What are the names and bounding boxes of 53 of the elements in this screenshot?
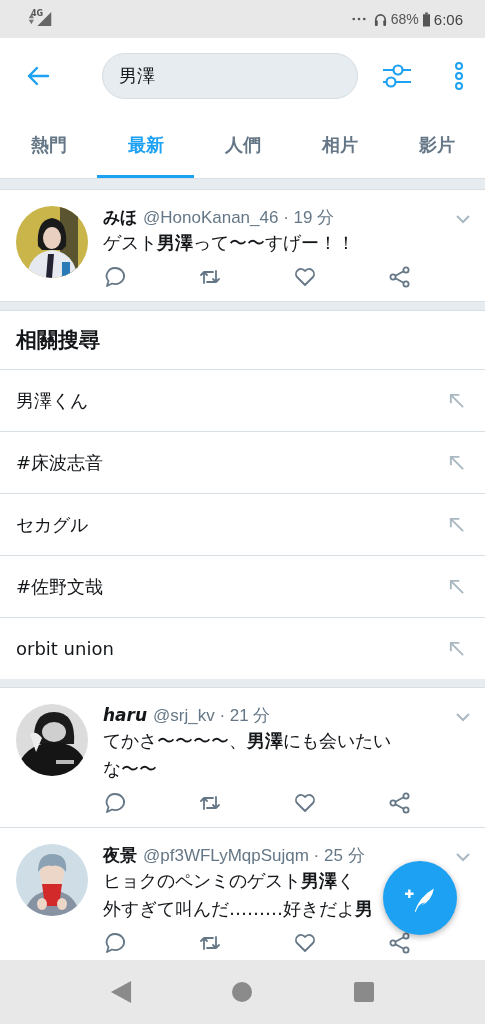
chevron-down-icon[interactable] [455, 852, 471, 862]
tweet-text: ヒョクのペンミのゲスト男澤く [103, 869, 355, 893]
battery-percent: 68% [390, 11, 419, 27]
back-icon[interactable] [109, 981, 132, 1003]
arrow-up-left-icon[interactable] [448, 516, 465, 533]
chevron-down-icon[interactable] [455, 712, 471, 722]
network-label: 4G [31, 8, 44, 18]
reply-icon[interactable] [103, 265, 127, 289]
chevron-down-icon[interactable] [455, 214, 471, 224]
arrow-up-left-icon[interactable] [448, 640, 465, 657]
headphones-icon [373, 11, 387, 27]
section-title: 相關搜尋 [0, 311, 485, 370]
compose-button[interactable] [383, 861, 457, 935]
share-icon[interactable] [388, 791, 412, 815]
reply-icon[interactable] [103, 931, 127, 955]
more-options-icon[interactable] [454, 62, 464, 90]
tweet-text: ゲスト男澤って〜〜すげー！！ [103, 231, 355, 255]
suggestion-item[interactable]: セカグル [0, 494, 485, 556]
tweet-text: 外すぎて叫んだ………好きだよ男 [103, 897, 373, 921]
tab[interactable]: 熱門 [0, 114, 97, 178]
back-arrow-icon[interactable] [26, 66, 50, 86]
tab[interactable]: 人們 [194, 114, 291, 178]
tweet-text: な〜〜 [103, 757, 157, 781]
clock: 6:06 [433, 10, 463, 28]
arrow-up-left-icon[interactable] [448, 578, 465, 595]
user-name: みほ [103, 206, 137, 229]
tweet-text: てかさ〜〜〜〜、男澤にも会いたい [103, 729, 391, 753]
signal-icon [27, 10, 53, 28]
suggestion-item[interactable]: #佐野文哉 [0, 556, 485, 618]
user-handle: @HonoKanan_46 · 19 分 [143, 207, 335, 229]
user-name: 夜景 [103, 844, 137, 867]
battery-icon [422, 11, 430, 27]
arrow-up-left-icon[interactable] [448, 454, 465, 471]
tab[interactable]: 影片 [388, 114, 485, 178]
share-icon[interactable] [388, 265, 412, 289]
heart-icon[interactable] [293, 265, 317, 289]
search-field[interactable]: 男澤 [102, 53, 358, 99]
recents-icon[interactable] [353, 981, 376, 1003]
user-handle: @srj_kv · 21 分 [153, 705, 271, 727]
home-icon[interactable] [231, 981, 254, 1003]
tab[interactable]: 相片 [291, 114, 388, 178]
user-handle: @pf3WFLyMqpSujqm · 25 分 [143, 845, 365, 867]
heart-icon[interactable] [293, 791, 317, 815]
user-name: haru [103, 705, 148, 725]
arrow-up-left-icon[interactable] [448, 392, 465, 409]
more-icon [351, 17, 366, 21]
suggestion-item[interactable]: 男澤くん [0, 370, 485, 432]
reply-icon[interactable] [103, 791, 127, 815]
heart-icon[interactable] [293, 931, 317, 955]
suggestion-item[interactable]: orbit union [0, 618, 485, 679]
sliders-icon[interactable] [382, 62, 412, 90]
suggestion-item[interactable]: #床波志音 [0, 432, 485, 494]
share-icon[interactable] [388, 931, 412, 955]
